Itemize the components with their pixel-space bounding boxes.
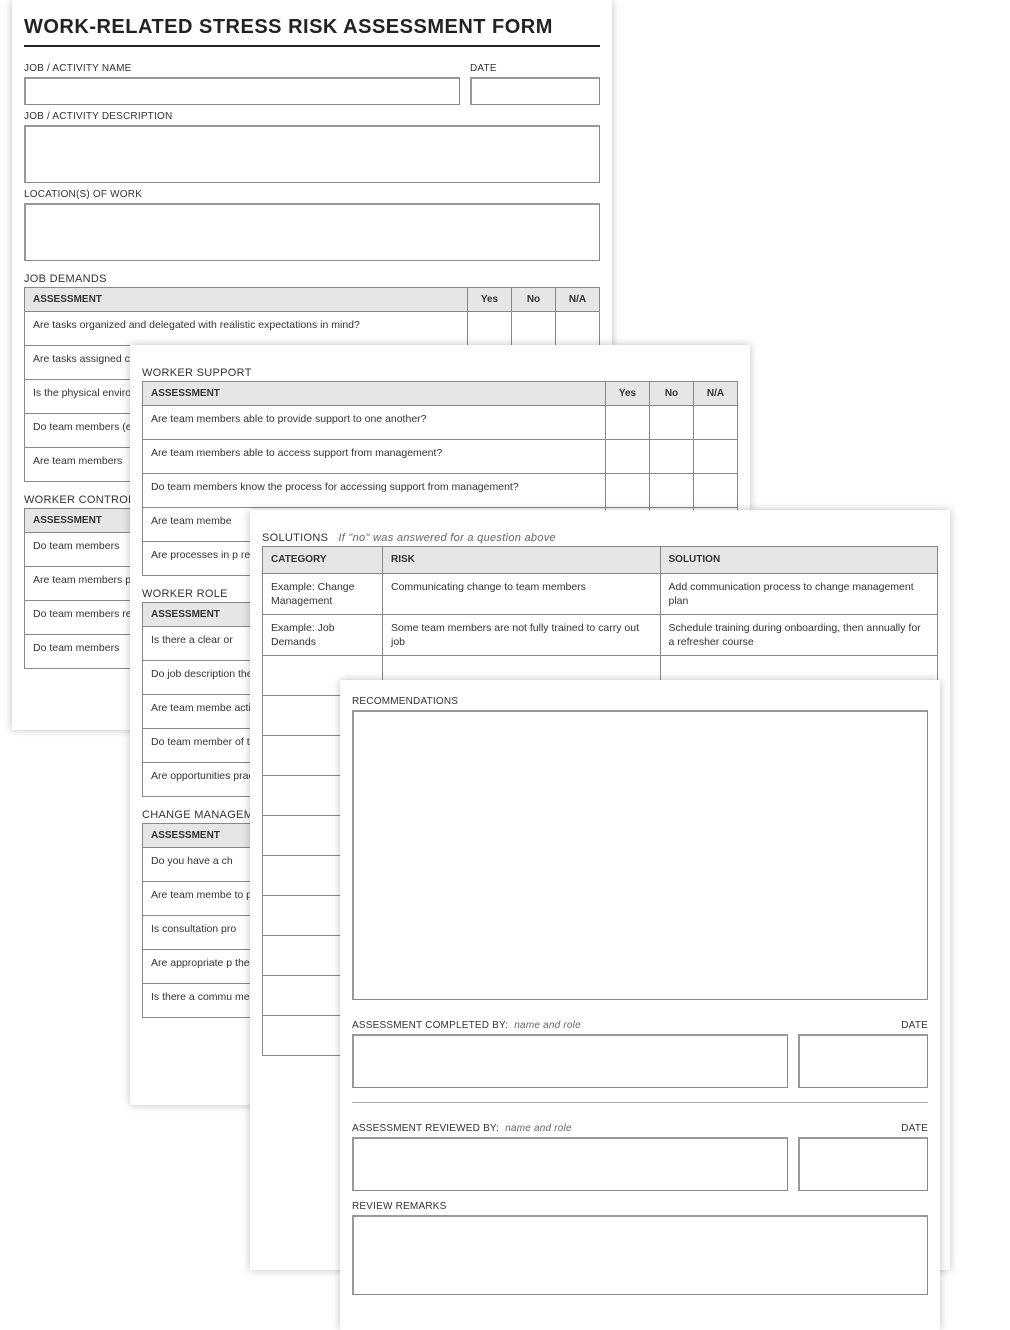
- input-recommendations[interactable]: [352, 710, 928, 1000]
- input-locations[interactable]: [24, 203, 600, 261]
- cell-na[interactable]: [556, 312, 600, 346]
- label-job-name: JOB / ACTIVITY NAME: [24, 63, 460, 74]
- sol-category: Example: Job Demands: [263, 614, 383, 655]
- input-review-remarks[interactable]: [352, 1215, 928, 1295]
- label-review-remarks: REVIEW REMARKS: [352, 1201, 928, 1212]
- divider: [352, 1102, 928, 1103]
- label-reviewed-by: ASSESSMENT REVIEWED BY: name and role: [352, 1123, 788, 1134]
- sol-category: Example: Change Management: [263, 573, 383, 614]
- label-recommendations: RECOMMENDATIONS: [352, 696, 928, 707]
- col-solution: SOLUTION: [660, 547, 938, 574]
- solutions-hint: If "no" was answered for a question abov…: [338, 532, 556, 544]
- input-reviewed-date[interactable]: [798, 1137, 928, 1191]
- cell-yes[interactable]: [468, 312, 512, 346]
- label-date: DATE: [470, 63, 600, 74]
- col-yes: Yes: [468, 288, 512, 312]
- label-completed-date: DATE: [798, 1020, 928, 1031]
- title-rule: [24, 45, 600, 47]
- section-solutions-title: SOLUTIONS If "no" was answered for a que…: [262, 532, 938, 544]
- input-reviewed-by[interactable]: [352, 1137, 788, 1191]
- input-job-name[interactable]: [24, 77, 460, 105]
- input-completed-date[interactable]: [798, 1034, 928, 1088]
- sol-solution: Schedule training during onboarding, the…: [660, 614, 938, 655]
- sol-solution: Add communication process to change mana…: [660, 573, 938, 614]
- label-job-desc: JOB / ACTIVITY DESCRIPTION: [24, 111, 600, 122]
- label-reviewed-date: DATE: [798, 1123, 928, 1134]
- sol-risk: Some team members are not fully trained …: [383, 614, 661, 655]
- cell-no[interactable]: [512, 312, 556, 346]
- col-assessment: ASSESSMENT: [25, 288, 468, 312]
- page-4: RECOMMENDATIONS ASSESSMENT COMPLETED BY:…: [340, 680, 940, 1330]
- label-locations: LOCATION(S) OF WORK: [24, 189, 600, 200]
- section-job-demands-title: JOB DEMANDS: [24, 273, 600, 285]
- sol-risk: Communicating change to team members: [383, 573, 661, 614]
- q: Are tasks organized and delegated with r…: [25, 312, 468, 346]
- input-job-desc[interactable]: [24, 125, 600, 183]
- label-completed-by: ASSESSMENT COMPLETED BY: name and role: [352, 1020, 788, 1031]
- input-date[interactable]: [470, 77, 600, 105]
- col-no: No: [512, 288, 556, 312]
- col-category: CATEGORY: [263, 547, 383, 574]
- input-completed-by[interactable]: [352, 1034, 788, 1088]
- form-title: WORK-RELATED STRESS RISK ASSESSMENT FORM: [24, 16, 600, 39]
- solutions-title-text: SOLUTIONS: [262, 532, 328, 544]
- col-na: N/A: [556, 288, 600, 312]
- section-worker-support-title: WORKER SUPPORT: [142, 367, 738, 379]
- col-risk: RISK: [383, 547, 661, 574]
